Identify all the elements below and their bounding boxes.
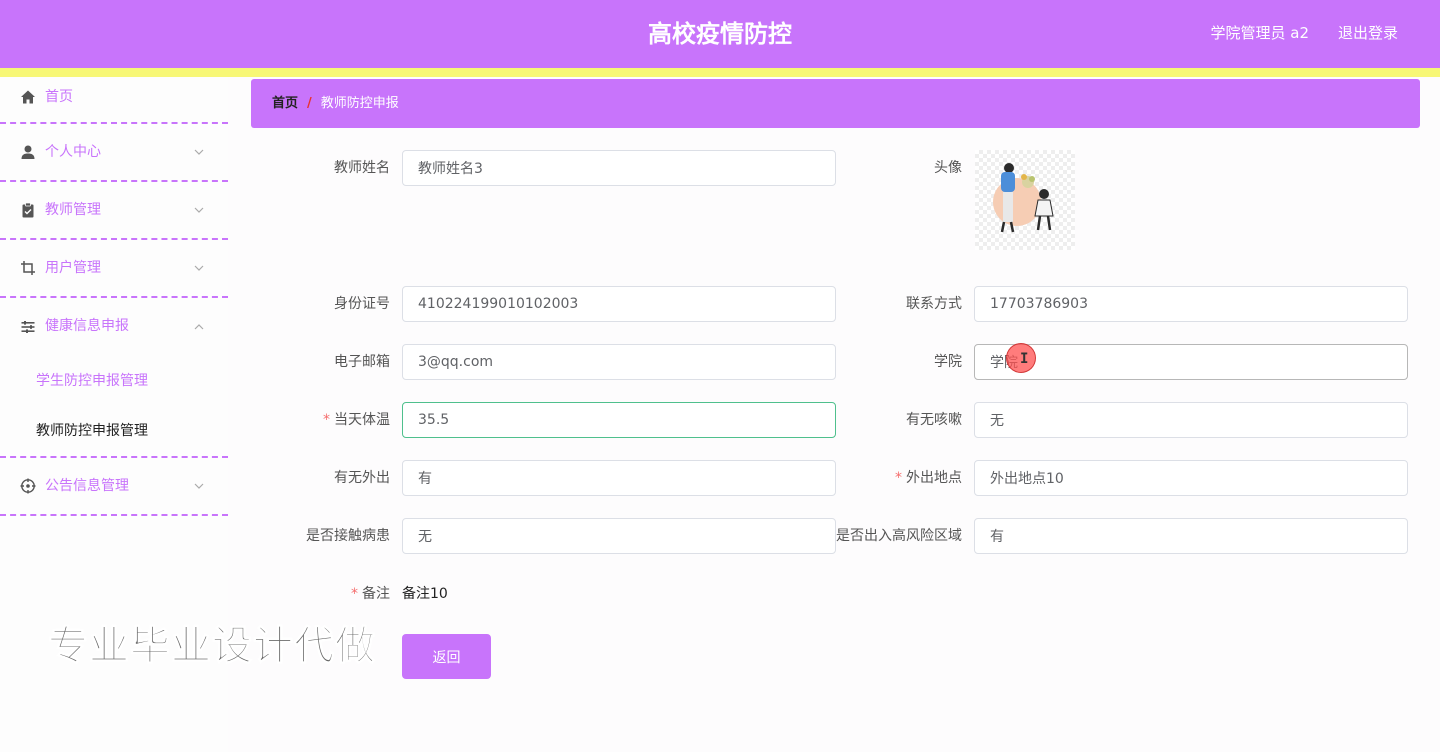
- out-location-label: * 外出地点: [895, 470, 962, 486]
- teacher-name-input[interactable]: [402, 150, 836, 186]
- breadcrumb-home[interactable]: 首页: [272, 96, 298, 111]
- remark-value: 备注10: [402, 586, 448, 602]
- out-location-input[interactable]: [974, 460, 1408, 496]
- cough-label: 有无咳嗽: [906, 412, 962, 428]
- contact-patient-label: 是否接触病患: [306, 528, 390, 544]
- sidebar-item-label: 健康信息申报: [45, 318, 129, 334]
- id-number-label: 身份证号: [334, 296, 390, 312]
- header-accent-bar: [0, 68, 1440, 77]
- sidebar-item-label: 用户管理: [45, 260, 101, 276]
- sidebar-item-health-declaration[interactable]: 健康信息申报: [0, 298, 228, 356]
- sidebar-item-label: 教师管理: [45, 202, 101, 218]
- required-mark: *: [351, 586, 358, 602]
- cough-input[interactable]: [974, 402, 1408, 438]
- sidebar-item-label: 个人中心: [45, 144, 101, 160]
- back-button[interactable]: 返回: [402, 634, 491, 679]
- sidebar-item-user-management[interactable]: 用户管理: [0, 240, 228, 298]
- current-user-label: 学院管理员 a2: [1210, 24, 1309, 42]
- breadcrumb-separator: /: [307, 96, 312, 111]
- college-label: 学院: [934, 354, 962, 370]
- clipboard-icon: [22, 202, 34, 218]
- text-cursor-icon: I: [1020, 351, 1029, 367]
- health-declaration-submenu: 学生防控申报管理 教师防控申报管理: [0, 356, 228, 458]
- chevron-down-icon: [194, 483, 204, 489]
- high-risk-input[interactable]: [974, 518, 1408, 554]
- chevron-down-icon: [194, 207, 204, 213]
- contact-label: 联系方式: [906, 296, 962, 312]
- required-mark: *: [323, 412, 330, 428]
- temperature-input[interactable]: [402, 402, 836, 438]
- id-number-input[interactable]: [402, 286, 836, 322]
- logout-link[interactable]: 退出登录: [1338, 0, 1398, 66]
- avatar-illustration: [993, 163, 1054, 233]
- avatar-image: [975, 150, 1075, 250]
- sidebar-item-personal-center[interactable]: 个人中心: [0, 124, 228, 182]
- sidebar-subitem-teacher-declaration[interactable]: 教师防控申报管理: [0, 406, 228, 456]
- chevron-up-icon: [194, 324, 204, 330]
- avatar-label: 头像: [934, 160, 962, 176]
- remark-label: * 备注: [351, 586, 390, 602]
- email-label: 电子邮箱: [334, 354, 390, 370]
- email-input[interactable]: [402, 344, 836, 380]
- chevron-down-icon: [194, 265, 204, 271]
- chevron-down-icon: [194, 149, 204, 155]
- watermark-text: 专业毕业设计代做: [48, 623, 376, 670]
- crop-icon: [21, 261, 35, 275]
- contact-patient-input[interactable]: [402, 518, 836, 554]
- target-icon: [20, 478, 36, 494]
- user-icon: [21, 145, 35, 159]
- high-risk-label: 是否出入高风险区域: [836, 528, 962, 544]
- list-icon: [21, 321, 35, 333]
- sidebar-item-teacher-management[interactable]: 教师管理: [0, 182, 228, 240]
- breadcrumb-current: 教师防控申报: [320, 96, 399, 111]
- teacher-name-label: 教师姓名: [334, 160, 390, 176]
- breadcrumb: 首页 / 教师防控申报: [251, 79, 1420, 128]
- college-input[interactable]: [974, 344, 1408, 380]
- temperature-label: * 当天体温: [323, 412, 390, 428]
- home-icon: [21, 90, 35, 104]
- contact-input[interactable]: [974, 286, 1408, 322]
- sidebar-item-label: 首页: [45, 89, 73, 105]
- sidebar-item-home[interactable]: 首页: [0, 77, 228, 124]
- sidebar-item-announcement-management[interactable]: 公告信息管理: [0, 458, 228, 516]
- sidebar-subitem-student-declaration[interactable]: 学生防控申报管理: [0, 356, 228, 406]
- went-out-input[interactable]: [402, 460, 836, 496]
- mouse-cursor-indicator: I: [1006, 343, 1036, 373]
- required-mark: *: [895, 470, 902, 486]
- sidebar-item-label: 公告信息管理: [45, 478, 129, 494]
- top-header: 高校疫情防控 学院管理员 a2 退出登录: [0, 0, 1440, 68]
- went-out-label: 有无外出: [334, 470, 390, 486]
